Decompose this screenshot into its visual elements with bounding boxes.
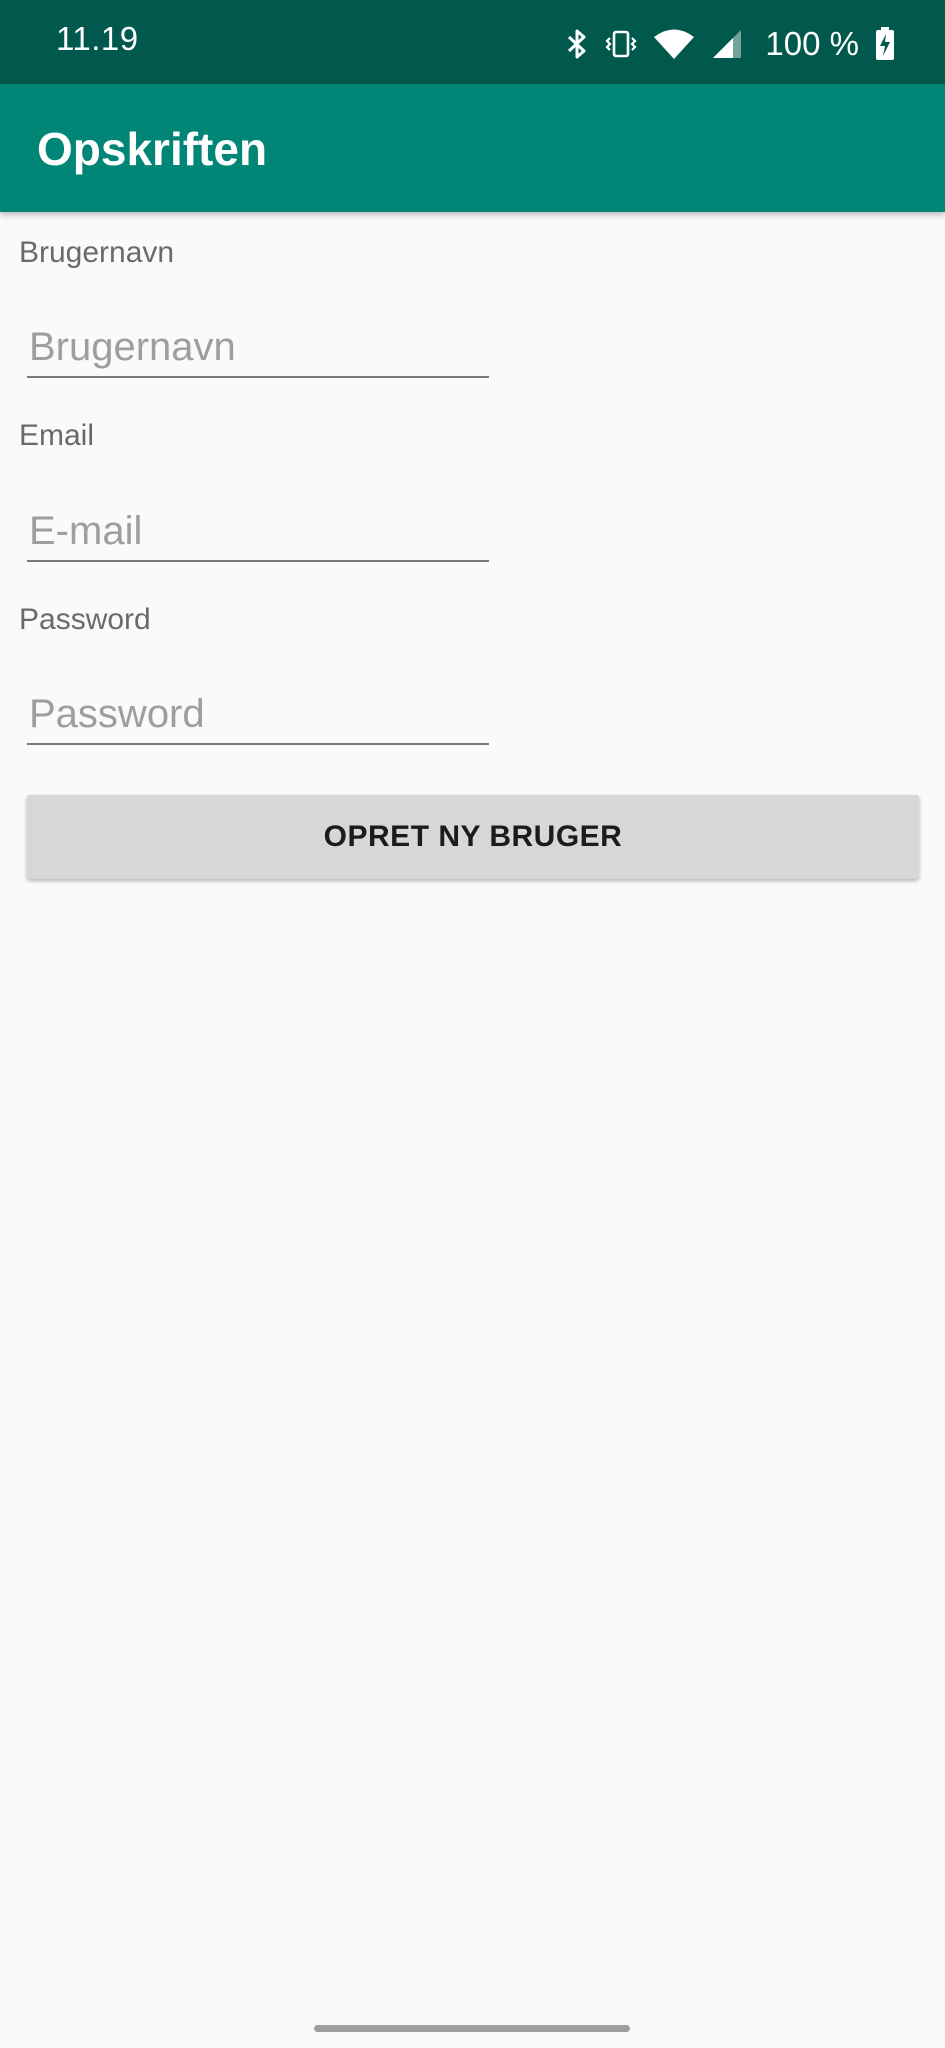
app-bar: Opskriften: [0, 84, 945, 212]
battery-level: 100 %: [765, 25, 859, 62]
username-label: Brugernavn: [19, 236, 175, 269]
vibrate-icon: [605, 28, 637, 60]
password-input[interactable]: [27, 685, 489, 745]
email-label: Email: [19, 419, 95, 452]
status-icons: 100 %: [565, 22, 895, 66]
email-input[interactable]: [27, 502, 489, 562]
home-indicator[interactable]: [314, 2025, 630, 2032]
battery-charging-icon: [875, 27, 895, 61]
bluetooth-icon: [565, 28, 589, 60]
status-bar: 11.19 100 %: [0, 0, 945, 84]
app-title: Opskriften: [37, 123, 268, 175]
wifi-icon: [653, 28, 695, 60]
cellular-signal-icon: [711, 28, 743, 60]
create-user-button[interactable]: OPRET NY BRUGER: [27, 795, 919, 879]
username-input[interactable]: [27, 318, 489, 378]
password-label: Password: [19, 603, 151, 636]
status-time: 11.19: [56, 20, 139, 57]
